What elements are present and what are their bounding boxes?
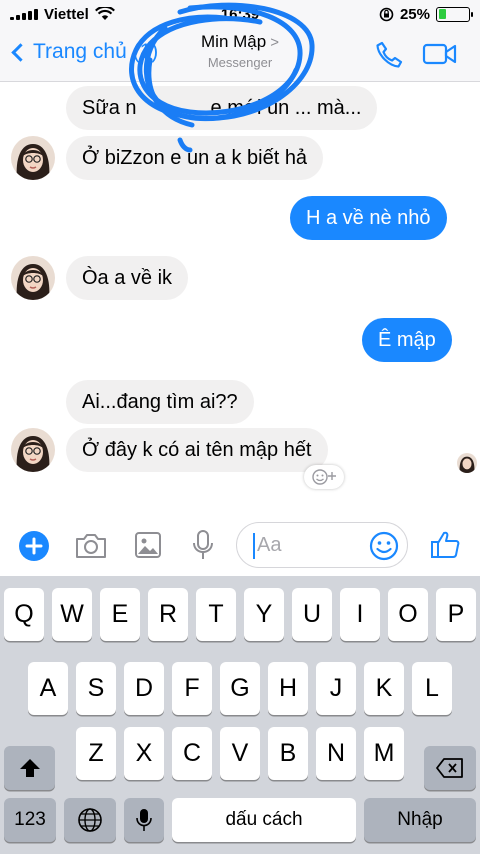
globe-key[interactable] <box>64 798 116 842</box>
message-text: Ở đây k có ai tên mập hết <box>82 439 312 461</box>
message-bubble-incoming[interactable]: Ở đây k có ai tên mập hết <box>66 428 328 472</box>
video-camera-icon[interactable] <box>422 42 458 66</box>
delete-key[interactable] <box>424 746 476 790</box>
key-b[interactable]: B <box>268 727 308 780</box>
message-text: Ở biZzon e un a k biết hả <box>82 147 308 169</box>
key-a[interactable]: A <box>28 662 68 715</box>
message-text: Ê mập <box>378 329 436 351</box>
dictation-key[interactable] <box>124 798 164 842</box>
key-o[interactable]: O <box>388 588 428 641</box>
key-d[interactable]: D <box>124 662 164 715</box>
contact-title[interactable]: Min Mập > Messenger <box>0 32 480 70</box>
message-text-tail: e mới ún ... mà... <box>210 97 362 119</box>
contact-avatar[interactable] <box>11 136 55 180</box>
battery-icon <box>436 6 473 22</box>
message-bubble-outgoing[interactable]: Ê mập <box>362 318 452 362</box>
key-h[interactable]: H <box>268 662 308 715</box>
contact-subtitle: Messenger <box>207 55 273 70</box>
key-m[interactable]: M <box>364 727 404 780</box>
shift-arrow-icon <box>19 759 40 777</box>
plus-icon[interactable] <box>18 530 50 562</box>
key-x[interactable]: X <box>124 727 164 780</box>
key-u[interactable]: U <box>292 588 332 641</box>
numbers-key[interactable]: 123 <box>4 798 56 842</box>
avatar-image <box>11 428 55 472</box>
add-reaction-icon <box>312 469 336 485</box>
key-g[interactable]: G <box>220 662 260 715</box>
status-time: 16:39 <box>220 5 260 23</box>
composer-bar: Aa <box>0 514 480 576</box>
keyboard: QWERTYUIOP ASDFGHJKL ZXCVBNM 123 dấu các… <box>0 576 480 854</box>
key-s[interactable]: S <box>76 662 116 715</box>
key-p[interactable]: P <box>436 588 476 641</box>
contact-avatar[interactable] <box>11 428 55 472</box>
status-bar: Viettel 16:39 25% <box>0 0 480 28</box>
image-icon[interactable] <box>134 531 162 559</box>
battery-level <box>438 9 446 19</box>
key-l[interactable]: L <box>412 662 452 715</box>
avatar-image <box>11 256 55 300</box>
message-text: H a về nè nhỏ <box>306 207 431 229</box>
message-bubble-incoming[interactable]: Ở biZzon e un a k biết hả <box>66 136 324 180</box>
key-f[interactable]: F <box>172 662 212 715</box>
contact-avatar[interactable] <box>11 256 55 300</box>
message-list[interactable]: Sữa n e mới ún ... mà... Ở biZzon e un a … <box>0 82 480 514</box>
message-input[interactable]: Aa <box>236 522 408 568</box>
return-key[interactable]: Nhập <box>364 798 476 842</box>
chevron-right-icon: > <box>270 34 279 51</box>
phone-icon[interactable] <box>374 40 404 70</box>
message-bubble-outgoing[interactable]: H a về nè nhỏ <box>290 196 447 240</box>
key-k[interactable]: K <box>364 662 404 715</box>
microphone-icon[interactable] <box>192 529 214 561</box>
camera-icon[interactable] <box>74 532 108 560</box>
avatar-image <box>457 453 477 473</box>
key-q[interactable]: Q <box>4 588 44 641</box>
key-r[interactable]: R <box>148 588 188 641</box>
space-key[interactable]: dấu cách <box>172 798 356 842</box>
key-z[interactable]: Z <box>76 727 116 780</box>
shift-key[interactable] <box>4 746 55 790</box>
text-cursor <box>253 533 255 559</box>
key-v[interactable]: V <box>220 727 260 780</box>
message-text: Sữa n <box>82 97 137 119</box>
emoji-icon[interactable] <box>369 531 399 561</box>
add-reaction-button[interactable] <box>304 465 344 489</box>
backspace-icon <box>436 758 463 778</box>
key-n[interactable]: N <box>316 727 356 780</box>
key-t[interactable]: T <box>196 588 236 641</box>
microphone-icon <box>136 809 152 831</box>
message-input-placeholder: Aa <box>257 534 282 556</box>
key-e[interactable]: E <box>100 588 140 641</box>
avatar-image <box>11 136 55 180</box>
message-text: Ai...đang tìm ai?? <box>82 391 238 413</box>
globe-icon <box>78 808 102 832</box>
key-i[interactable]: I <box>340 588 380 641</box>
message-bubble-incoming[interactable]: Ai...đang tìm ai?? <box>66 380 254 424</box>
conversation-header: Trang chủ (1) Min Mập > Messenger <box>0 28 480 82</box>
key-w[interactable]: W <box>52 588 92 641</box>
key-c[interactable]: C <box>172 727 212 780</box>
key-y[interactable]: Y <box>244 588 284 641</box>
thumbs-up-icon[interactable] <box>429 528 461 560</box>
message-text: Òa a về ik <box>82 267 173 289</box>
contact-name: Min Mập <box>201 32 267 51</box>
key-j[interactable]: J <box>316 662 356 715</box>
read-receipt-avatar <box>457 453 477 473</box>
message-bubble-incoming[interactable]: Òa a về ik <box>66 256 189 300</box>
message-bubble-incoming[interactable]: Sữa n e mới ún ... mà... <box>66 86 378 130</box>
